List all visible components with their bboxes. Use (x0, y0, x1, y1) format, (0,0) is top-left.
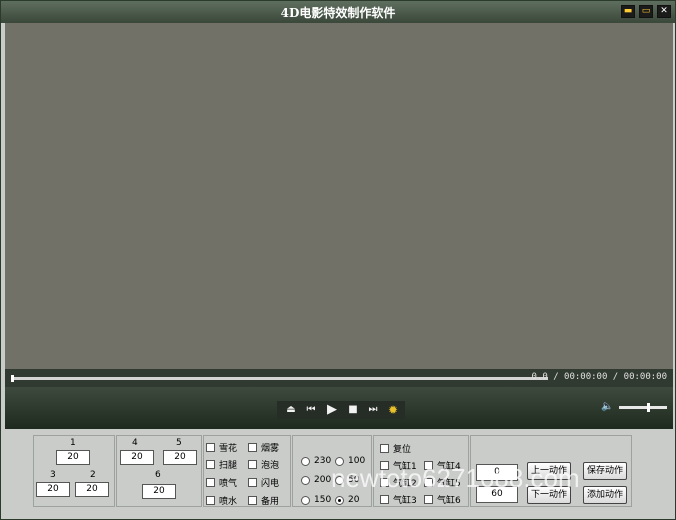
speed-20-label: 20 (348, 495, 360, 505)
lightning-checkbox[interactable]: 闪电 (248, 475, 279, 489)
smoke-label: 烟雾 (261, 443, 280, 454)
previous-icon[interactable]: ⏮ (301, 401, 321, 419)
seek-slider[interactable] (11, 375, 548, 382)
channel-5-label: 5 (176, 438, 182, 448)
channel-3-label: 3 (50, 470, 56, 480)
checkbox-box[interactable] (206, 477, 215, 487)
checkbox-box[interactable] (248, 442, 257, 452)
channel-4-input[interactable]: 20 (120, 450, 154, 465)
seek-bar-area: 0.0 / 00:00:00 / 00:00:00 (5, 369, 673, 387)
minimize-button[interactable]: ▬ (621, 5, 635, 18)
speed-230-label: 230 (314, 456, 332, 466)
close-button[interactable]: ✕ (657, 5, 671, 18)
time-readout: 0.0 / 00:00:00 / 00:00:00 (531, 372, 667, 382)
volume-slider[interactable] (619, 403, 667, 412)
channel-1-label: 1 (70, 438, 76, 448)
channel-group-b: 4 5 20 20 6 20 (116, 435, 202, 507)
water-spray-label: 喷水 (219, 496, 238, 507)
checkbox-box[interactable] (206, 495, 215, 505)
snow-checkbox[interactable]: 雪花 (206, 440, 237, 454)
lightning-label: 闪电 (261, 478, 280, 489)
checkbox-box[interactable] (380, 494, 389, 504)
stop-icon[interactable]: ■ (343, 401, 363, 419)
spare-checkbox[interactable]: 备用 (248, 493, 279, 507)
control-strip: ⏏ ⏮ ▶ ■ ⏭ ✹ (277, 401, 405, 419)
air-spray-checkbox[interactable]: 喷气 (206, 475, 237, 489)
speed-230-radio[interactable]: 230 (301, 454, 331, 468)
playback-controls: ⏏ ⏮ ▶ ■ ⏭ ✹ 🔈 (5, 387, 673, 429)
smoke-checkbox[interactable]: 烟雾 (248, 440, 279, 454)
leg-sweep-checkbox[interactable]: 扫腿 (206, 457, 237, 471)
cylinder-3-checkbox[interactable]: 气缸3 (380, 492, 417, 506)
channel-3-input[interactable]: 20 (36, 482, 70, 497)
maximize-button[interactable]: ▭ (639, 5, 653, 18)
seek-handle[interactable] (11, 375, 14, 382)
air-spray-label: 喷气 (219, 478, 238, 489)
cylinder-6-checkbox[interactable]: 气缸6 (424, 492, 461, 506)
app-window: 4D电影特效制作软件 ▬ ▭ ✕ 0.0 / 00:00:00 / 00:00:… (0, 0, 676, 520)
cylinder-3-label: 气缸3 (393, 495, 417, 506)
radio-dot-selected[interactable] (335, 495, 344, 505)
reset-label: 复位 (393, 444, 412, 455)
radio-dot[interactable] (301, 456, 310, 466)
channel-2-input[interactable]: 20 (75, 482, 109, 497)
radio-dot[interactable] (301, 475, 310, 485)
speed-200-label: 200 (314, 475, 332, 485)
eject-icon[interactable]: ⏏ (281, 401, 301, 419)
checkbox-box[interactable] (380, 443, 389, 453)
video-area[interactable] (5, 23, 673, 369)
leg-sweep-label: 扫腿 (219, 460, 238, 471)
channel-6-input[interactable]: 20 (142, 484, 176, 499)
next-icon[interactable]: ⏭ (363, 401, 383, 419)
channel-4-label: 4 (132, 438, 138, 448)
play-icon[interactable]: ▶ (322, 401, 342, 419)
checkbox-box[interactable] (248, 477, 257, 487)
bubbles-checkbox[interactable]: 泡泡 (248, 457, 279, 471)
snow-label: 雪花 (219, 443, 238, 454)
checkbox-box[interactable] (424, 494, 433, 504)
checkbox-box[interactable] (206, 442, 215, 452)
speed-150-label: 150 (314, 495, 332, 505)
speed-20-radio[interactable]: 20 (335, 493, 359, 507)
speed-200-radio[interactable]: 200 (301, 473, 331, 487)
channel-5-input[interactable]: 20 (163, 450, 197, 465)
settings-icon[interactable]: ✹ (383, 401, 403, 419)
cylinder-6-label: 气缸6 (437, 495, 461, 506)
title-bar: 4D电影特效制作软件 ▬ ▭ ✕ (1, 1, 675, 23)
channel-group-a: 1 20 3 2 20 20 (33, 435, 115, 507)
spare-label: 备用 (261, 496, 280, 507)
channel-2-label: 2 (90, 470, 96, 480)
checkbox-box[interactable] (206, 459, 215, 469)
checkbox-box[interactable] (248, 459, 257, 469)
radio-dot[interactable] (301, 495, 310, 505)
effects-group: 雪花 烟雾 扫腿 泡泡 喷气 闪电 喷水 备用 (203, 435, 291, 507)
bubbles-label: 泡泡 (261, 460, 280, 471)
reset-checkbox[interactable]: 复位 (380, 441, 411, 455)
checkbox-box[interactable] (248, 495, 257, 505)
channel-1-input[interactable]: 20 (56, 450, 90, 465)
speed-150-radio[interactable]: 150 (301, 493, 331, 507)
volume-icon[interactable]: 🔈 (601, 401, 613, 412)
volume-handle[interactable] (646, 403, 650, 412)
watermark-text: newtoto6271688.com (331, 463, 580, 493)
water-spray-checkbox[interactable]: 喷水 (206, 493, 237, 507)
window-title: 4D电影特效制作软件 (280, 6, 396, 20)
channel-6-label: 6 (155, 470, 161, 480)
